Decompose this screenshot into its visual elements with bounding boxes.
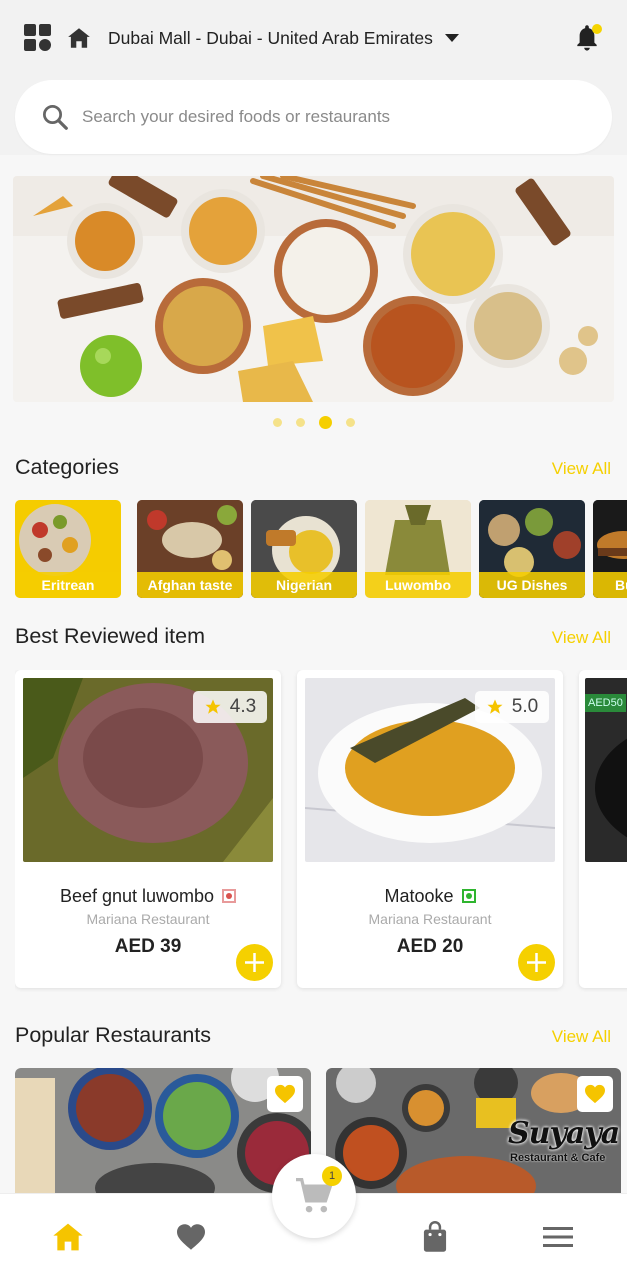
best-reviewed-list: 4.3 Beef gnut luwombo Mariana Restaurant… (15, 670, 627, 992)
search-icon (43, 105, 68, 130)
star-icon (205, 699, 221, 714)
restaurant-card[interactable]: Suyaya Restaurant & Cafe (326, 1068, 621, 1198)
add-to-cart-button[interactable] (236, 944, 273, 981)
favorite-button[interactable] (267, 1076, 303, 1112)
food-card[interactable]: 4.3 Beef gnut luwombo Mariana Restaurant… (15, 670, 281, 988)
bell-icon[interactable] (573, 23, 602, 53)
category-item-ug-dishes[interactable]: UG Dishes (479, 500, 585, 598)
pagination-dot-active[interactable] (318, 416, 332, 429)
category-label: UG Dishes (479, 572, 585, 598)
rating-badge: 4.3 (193, 691, 267, 723)
star-icon (487, 699, 503, 714)
categories-list: Eritrean Afghan taste Nigerian Luwombo U… (15, 500, 627, 600)
category-item-afghan-taste[interactable]: Afghan taste (137, 500, 243, 598)
top-bar: Dubai Mall - Dubai - United Arab Emirate… (24, 18, 602, 58)
best-reviewed-title: Best Reviewed item (15, 624, 205, 648)
rating-badge: 5.0 (475, 691, 549, 723)
popular-restaurants-view-all-link[interactable]: View All (552, 1027, 611, 1047)
restaurant-card[interactable] (15, 1068, 311, 1198)
bag-icon (423, 1221, 447, 1252)
food-card-partial[interactable]: AED50 (579, 670, 627, 988)
price-badge: AED50 (585, 694, 626, 712)
grid-menu-icon[interactable] (24, 24, 52, 52)
food-image: AED50 (585, 678, 627, 862)
menu-icon (543, 1227, 573, 1247)
restaurant-name: Mariana Restaurant (86, 911, 210, 927)
heart-icon (177, 1224, 205, 1250)
food-name: Beef gnut luwombo (15, 886, 281, 907)
plus-icon (527, 953, 546, 972)
rating-value: 4.3 (229, 696, 257, 717)
popular-restaurants-title: Popular Restaurants (15, 1023, 211, 1047)
cart-button[interactable]: 1 (272, 1154, 356, 1238)
add-to-cart-button[interactable] (518, 944, 555, 981)
pagination-dot[interactable] (272, 418, 282, 427)
restaurant-logo: Suyaya (508, 1116, 620, 1151)
category-label: Afghan taste (137, 572, 243, 598)
cart-count-badge: 1 (322, 1166, 342, 1186)
plus-icon (245, 953, 264, 972)
best-reviewed-view-all-link[interactable]: View All (552, 628, 611, 648)
heart-icon (275, 1084, 295, 1104)
nav-home[interactable] (51, 1220, 85, 1254)
categories-view-all-link[interactable]: View All (552, 459, 611, 479)
header: Dubai Mall - Dubai - United Arab Emirate… (0, 0, 627, 155)
snack-banner-image (13, 176, 614, 402)
banner-pagination (0, 416, 627, 429)
home-icon[interactable] (66, 25, 92, 51)
heart-icon (585, 1084, 605, 1104)
food-image: 5.0 (305, 678, 555, 862)
pagination-dot[interactable] (295, 418, 305, 427)
category-item-partial[interactable]: Bu (593, 500, 627, 598)
chevron-down-icon[interactable] (444, 34, 459, 42)
food-image: 4.3 (23, 678, 273, 862)
category-label: Bu (593, 572, 627, 598)
restaurant-logo-subtitle: Restaurant & Cafe (510, 1152, 606, 1164)
category-label: Eritrean (15, 572, 121, 598)
location-label[interactable]: Dubai Mall - Dubai - United Arab Emirate… (108, 28, 433, 49)
search-bar[interactable] (15, 80, 612, 154)
veg-icon (461, 889, 476, 903)
food-name: Matooke (297, 886, 563, 907)
promo-banner[interactable] (13, 176, 614, 402)
category-item-eritrean[interactable]: Eritrean (15, 500, 121, 598)
categories-title: Categories (15, 455, 119, 479)
notification-dot (592, 24, 602, 34)
category-label: Nigerian (251, 572, 357, 598)
nav-menu[interactable] (541, 1220, 575, 1254)
food-card[interactable]: 5.0 Matooke Mariana Restaurant AED 20 (297, 670, 563, 988)
favorite-button[interactable] (577, 1076, 613, 1112)
home-icon (53, 1223, 83, 1251)
non-veg-icon (222, 889, 237, 903)
category-item-nigerian[interactable]: Nigerian (251, 500, 357, 598)
nav-favorites[interactable] (174, 1220, 208, 1254)
rating-value: 5.0 (511, 696, 539, 717)
restaurant-name: Mariana Restaurant (368, 911, 492, 927)
search-input[interactable] (82, 107, 562, 127)
nav-orders[interactable] (418, 1220, 452, 1254)
category-label: Luwombo (365, 572, 471, 598)
pagination-dot[interactable] (345, 418, 355, 427)
category-item-luwombo[interactable]: Luwombo (365, 500, 471, 598)
